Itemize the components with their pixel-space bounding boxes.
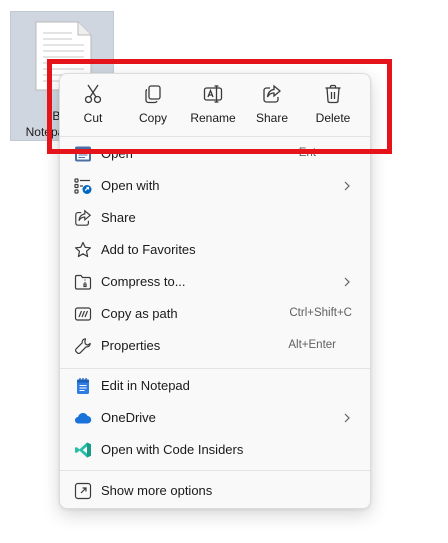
menu-item-onedrive[interactable]: OneDrive bbox=[64, 402, 366, 434]
menu-item-edit-in-notepad[interactable]: Edit in Notepad bbox=[64, 370, 366, 402]
quick-action-bar: Cut Copy Rename Share Delete bbox=[60, 74, 370, 132]
menu-item-add-to-favorites[interactable]: Add to Favorites bbox=[64, 234, 366, 266]
cut-button[interactable]: Cut bbox=[65, 82, 121, 128]
share-button[interactable]: Share bbox=[244, 82, 300, 128]
rename-icon bbox=[203, 85, 223, 103]
menu-item-open-with[interactable]: Open with bbox=[64, 170, 366, 202]
menu-item-open[interactable]: Open Ent bbox=[64, 138, 366, 170]
open-with-label: Open with bbox=[101, 178, 160, 193]
properties-shortcut: Alt+Enter bbox=[288, 339, 336, 351]
chevron-right-icon bbox=[344, 181, 350, 191]
menu-item-share[interactable]: Share bbox=[64, 202, 366, 234]
cut-label: Cut bbox=[83, 111, 103, 125]
copy-path-icon bbox=[74, 307, 92, 321]
expand-icon bbox=[74, 482, 92, 500]
context-menu: Cut Copy Rename Share Delete Open Ent Op… bbox=[59, 73, 371, 509]
notepad-icon bbox=[77, 378, 89, 394]
open-label: Open bbox=[101, 146, 133, 161]
app-window-icon bbox=[75, 146, 91, 162]
add-to-favorites-label: Add to Favorites bbox=[101, 242, 196, 257]
rename-button[interactable]: Rename bbox=[185, 82, 241, 128]
menu-item-show-more-options[interactable]: Show more options bbox=[64, 475, 366, 507]
chevron-right-icon bbox=[344, 277, 350, 287]
wrench-icon bbox=[75, 338, 91, 354]
delete-button[interactable]: Delete bbox=[305, 82, 361, 128]
menu-item-compress-to[interactable]: Compress to... bbox=[64, 266, 366, 298]
open-with-code-insiders-label: Open with Code Insiders bbox=[101, 442, 244, 457]
menu-item-open-with-code-insiders[interactable]: Open with Code Insiders bbox=[64, 434, 366, 466]
onedrive-cloud-icon bbox=[75, 413, 92, 424]
open-shortcut: Ent bbox=[298, 147, 316, 159]
share-label: Share bbox=[101, 210, 136, 225]
compress-to-label: Compress to... bbox=[101, 274, 186, 289]
copy-icon bbox=[145, 85, 161, 104]
menu-separator bbox=[60, 368, 370, 369]
menu-separator bbox=[60, 470, 370, 471]
menu-separator bbox=[60, 136, 370, 137]
menu-item-copy-as-path[interactable]: Copy as path Ctrl+Shift+C bbox=[64, 298, 366, 330]
vscode-insiders-icon bbox=[75, 442, 91, 458]
onedrive-label: OneDrive bbox=[101, 410, 156, 425]
open-with-icon bbox=[74, 178, 92, 194]
copy-label: Copy bbox=[138, 111, 167, 125]
rename-label: Rename bbox=[190, 111, 236, 125]
share-label: Share bbox=[255, 111, 289, 125]
scissors-icon bbox=[84, 84, 102, 104]
trash-icon bbox=[325, 84, 341, 104]
share-icon bbox=[75, 209, 92, 226]
copy-as-path-shortcut: Ctrl+Shift+C bbox=[289, 307, 352, 319]
star-icon bbox=[75, 241, 91, 258]
zip-folder-icon bbox=[74, 274, 92, 290]
copy-button[interactable]: Copy bbox=[125, 82, 181, 128]
desktop: Brn Notepad Cut Copy bbox=[0, 0, 448, 543]
edit-in-notepad-label: Edit in Notepad bbox=[101, 378, 190, 393]
menu-item-properties[interactable]: Properties Alt+Enter bbox=[64, 330, 366, 362]
delete-label: Delete bbox=[315, 111, 351, 125]
show-more-options-label: Show more options bbox=[101, 483, 213, 498]
share-icon bbox=[263, 84, 282, 103]
properties-label: Properties bbox=[101, 338, 161, 353]
chevron-right-icon bbox=[344, 413, 350, 423]
copy-as-path-label: Copy as path bbox=[101, 306, 178, 321]
